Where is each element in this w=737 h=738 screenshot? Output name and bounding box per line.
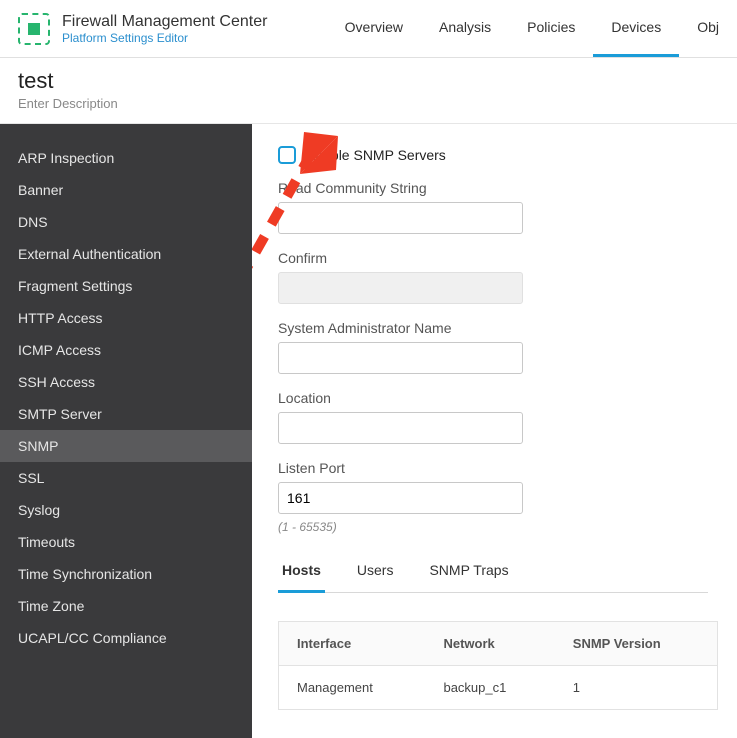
sidebar-item-arp[interactable]: ARP Inspection xyxy=(0,142,252,174)
sidebar-item-ssh[interactable]: SSH Access xyxy=(0,366,252,398)
location-input[interactable] xyxy=(278,412,523,444)
content-body: ARP Inspection Banner DNS External Authe… xyxy=(0,124,737,738)
listen-port-input[interactable] xyxy=(278,482,523,514)
snmp-tabs: Hosts Users SNMP Traps xyxy=(278,552,708,593)
enable-snmp-checkbox[interactable] xyxy=(278,146,296,164)
top-nav: Overview Analysis Policies Devices Obj xyxy=(327,0,737,57)
sidebar-item-ucapl[interactable]: UCAPL/CC Compliance xyxy=(0,622,252,654)
tab-traps[interactable]: SNMP Traps xyxy=(425,552,512,593)
cell-network: backup_c1 xyxy=(425,666,554,710)
app-logo xyxy=(18,13,50,45)
th-interface: Interface xyxy=(279,622,426,666)
sidebar-item-http[interactable]: HTTP Access xyxy=(0,302,252,334)
cell-interface: Management xyxy=(279,666,426,710)
nav-policies[interactable]: Policies xyxy=(509,0,593,57)
table-header-row: Interface Network SNMP Version xyxy=(279,622,718,666)
admin-name-label: System Administrator Name xyxy=(278,320,711,336)
sidebar-item-icmp[interactable]: ICMP Access xyxy=(0,334,252,366)
brand-title: Firewall Management Center xyxy=(62,13,267,31)
listen-port-label: Listen Port xyxy=(278,460,711,476)
sidebar-item-banner[interactable]: Banner xyxy=(0,174,252,206)
nav-analysis[interactable]: Analysis xyxy=(421,0,509,57)
listen-port-hint: (1 - 65535) xyxy=(278,520,711,534)
confirm-label: Confirm xyxy=(278,250,711,266)
page-description[interactable]: Enter Description xyxy=(18,96,719,111)
th-snmp-version: SNMP Version xyxy=(555,622,718,666)
page-title: test xyxy=(18,68,719,94)
sidebar-item-smtp[interactable]: SMTP Server xyxy=(0,398,252,430)
sidebar-item-snmp[interactable]: SNMP xyxy=(0,430,252,462)
th-network: Network xyxy=(425,622,554,666)
sidebar-item-timesync[interactable]: Time Synchronization xyxy=(0,558,252,590)
sidebar: ARP Inspection Banner DNS External Authe… xyxy=(0,124,252,738)
sidebar-item-syslog[interactable]: Syslog xyxy=(0,494,252,526)
sidebar-item-timeouts[interactable]: Timeouts xyxy=(0,526,252,558)
table-row[interactable]: Management backup_c1 1 xyxy=(279,666,718,710)
nav-overview[interactable]: Overview xyxy=(327,0,421,57)
sidebar-item-timezone[interactable]: Time Zone xyxy=(0,590,252,622)
read-community-label: Read Community String xyxy=(278,180,711,196)
enable-snmp-row: Enable SNMP Servers xyxy=(278,146,711,164)
sidebar-item-ssl[interactable]: SSL xyxy=(0,462,252,494)
cell-version: 1 xyxy=(555,666,718,710)
main-panel: Enable SNMP Servers Read Community Strin… xyxy=(252,124,737,738)
read-community-input[interactable] xyxy=(278,202,523,234)
sidebar-item-dns[interactable]: DNS xyxy=(0,206,252,238)
hosts-table: Interface Network SNMP Version Managemen… xyxy=(278,621,718,710)
page-subheader: test Enter Description xyxy=(0,58,737,124)
nav-devices[interactable]: Devices xyxy=(593,0,679,57)
tab-users[interactable]: Users xyxy=(353,552,398,593)
sidebar-item-fragment[interactable]: Fragment Settings xyxy=(0,270,252,302)
sidebar-item-ext-auth[interactable]: External Authentication xyxy=(0,238,252,270)
nav-objects[interactable]: Obj xyxy=(679,0,737,57)
tab-hosts[interactable]: Hosts xyxy=(278,552,325,593)
confirm-input xyxy=(278,272,523,304)
app-header: Firewall Management Center Platform Sett… xyxy=(0,0,737,58)
enable-snmp-label: Enable SNMP Servers xyxy=(306,147,446,163)
logo-glyph xyxy=(28,23,40,35)
location-label: Location xyxy=(278,390,711,406)
brand-subtitle: Platform Settings Editor xyxy=(62,31,267,45)
admin-name-input[interactable] xyxy=(278,342,523,374)
brand-block: Firewall Management Center Platform Sett… xyxy=(62,13,267,45)
